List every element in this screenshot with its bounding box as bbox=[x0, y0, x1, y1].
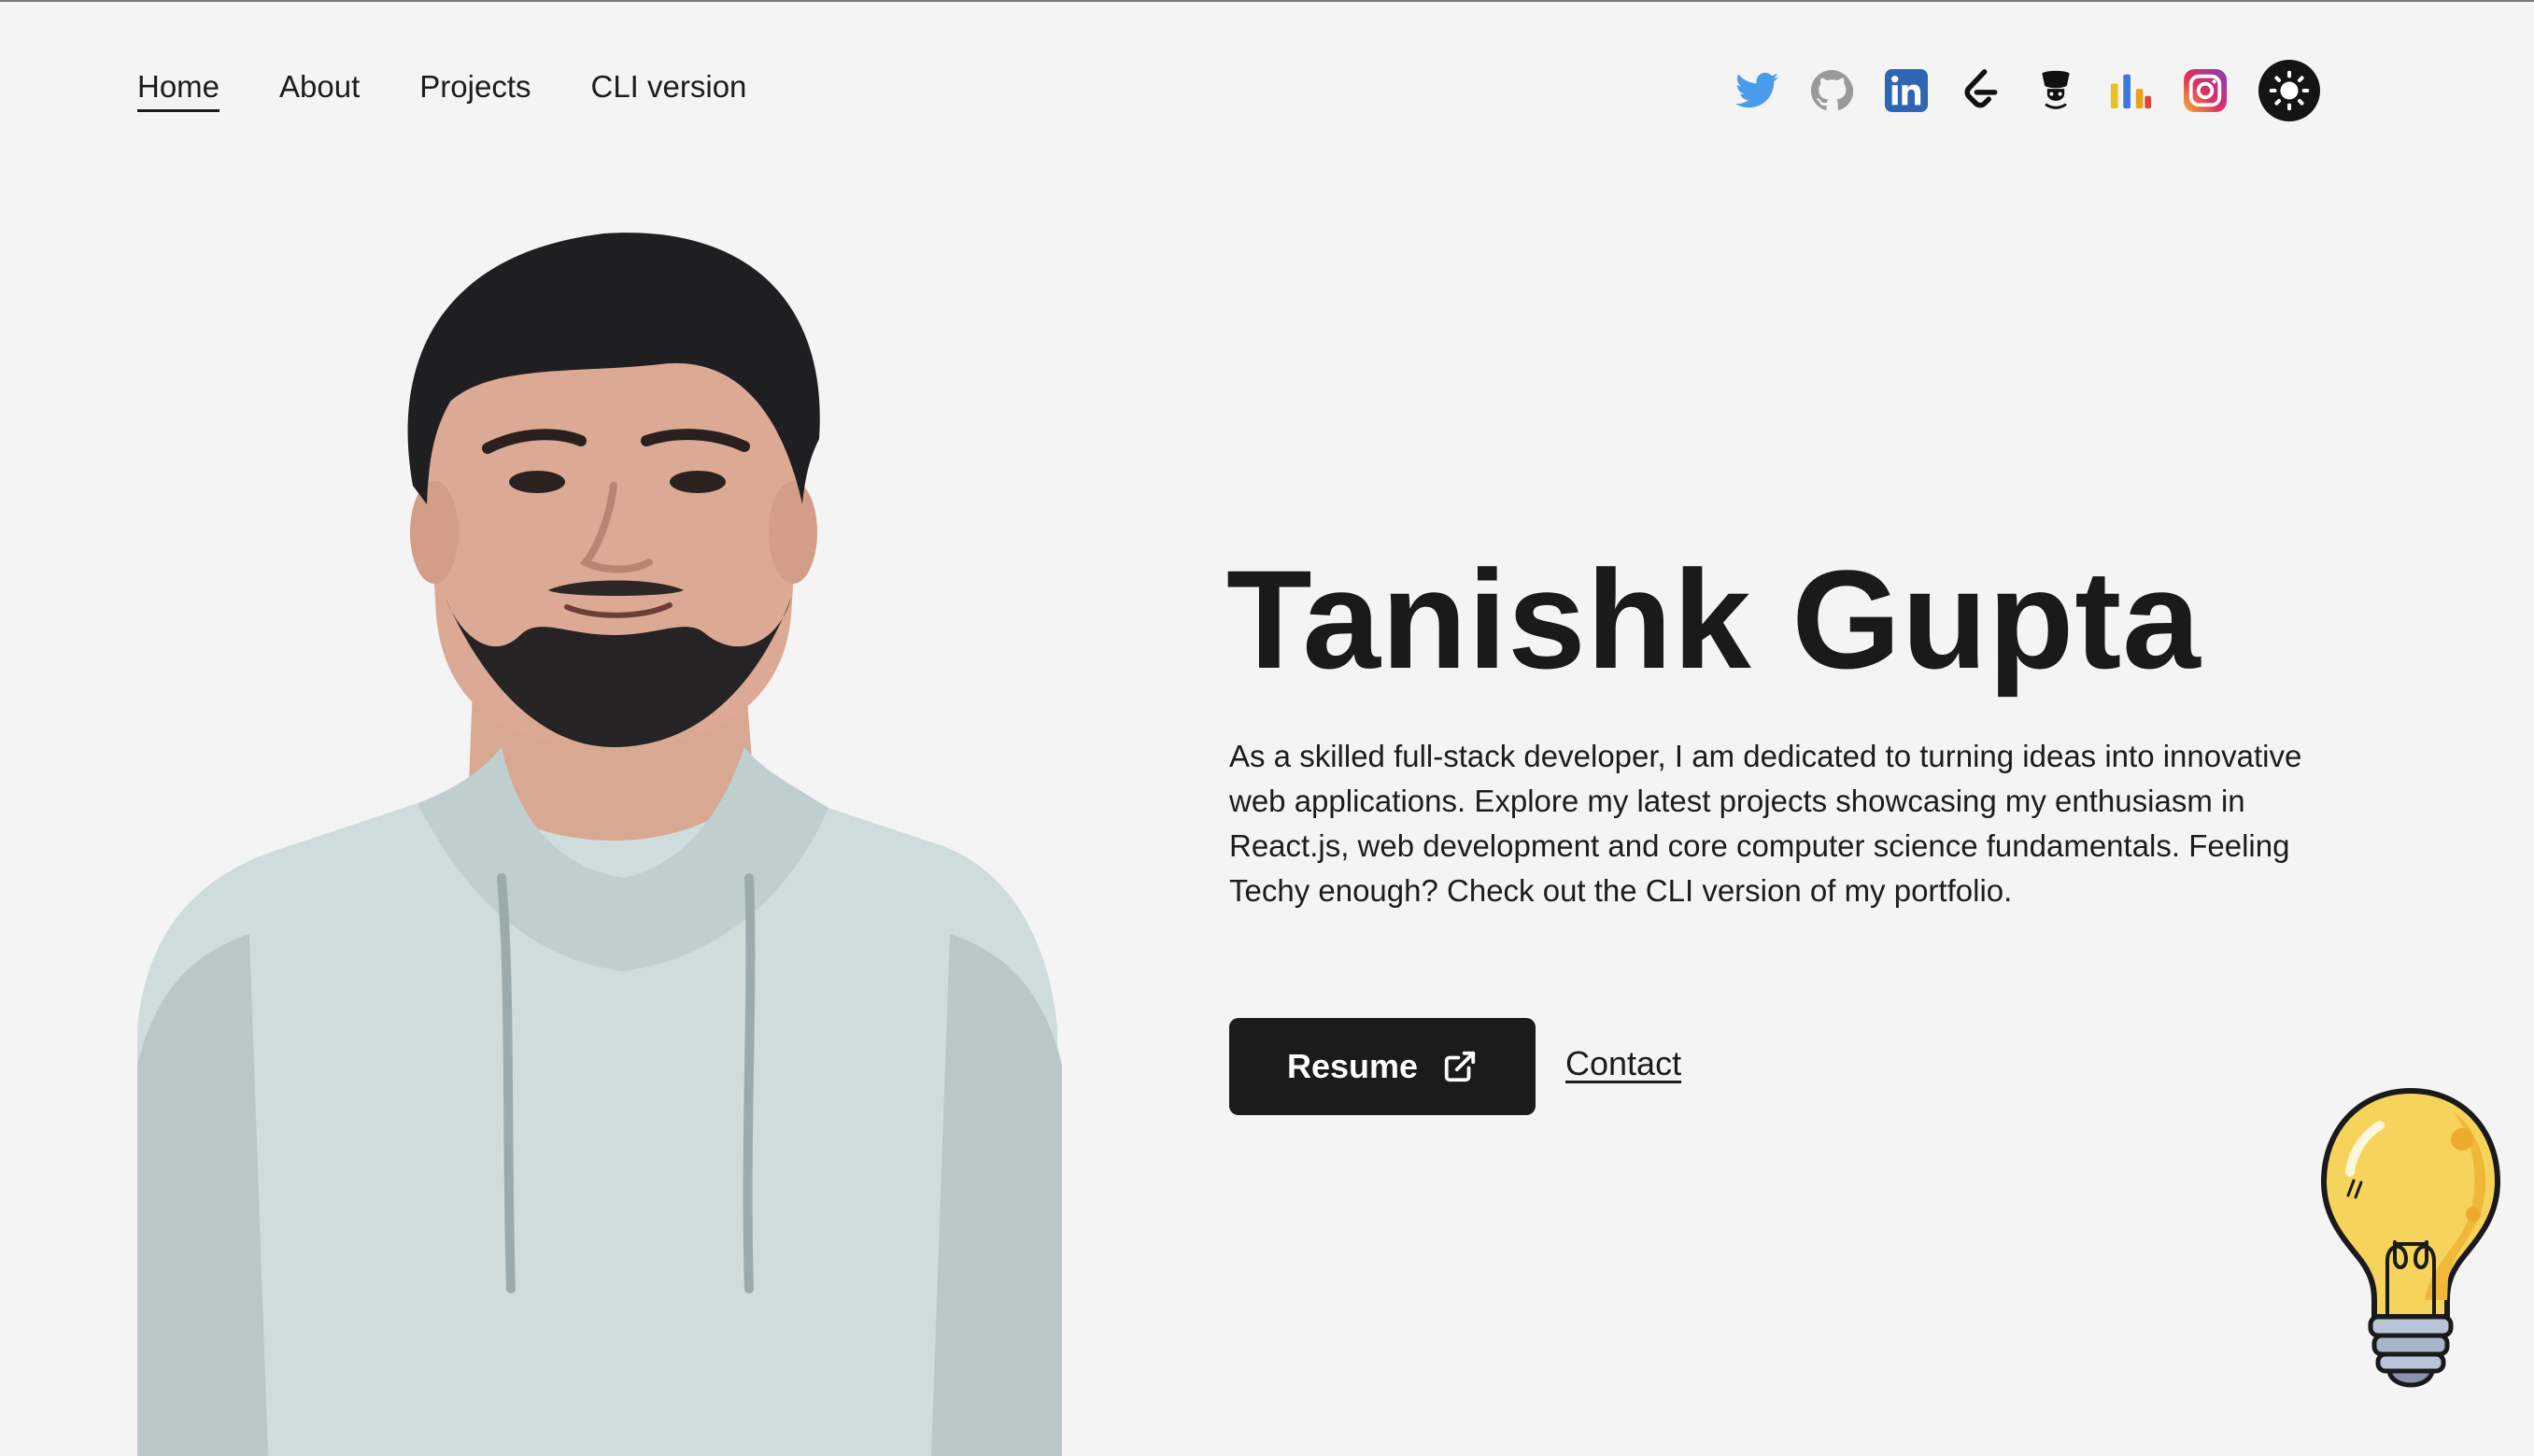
sun-icon bbox=[2269, 70, 2310, 111]
resume-button[interactable]: Resume bbox=[1229, 1018, 1536, 1115]
hero-name: Tanishk Gupta bbox=[1226, 541, 2201, 698]
lightbulb-icon[interactable] bbox=[2313, 1083, 2509, 1401]
external-link-icon bbox=[1444, 1051, 1476, 1082]
contact-link[interactable]: Contact bbox=[1565, 1044, 1681, 1083]
twitter-icon[interactable] bbox=[1735, 69, 1778, 112]
nav-link-projects[interactable]: Projects bbox=[419, 71, 531, 112]
nav-link-home[interactable]: Home bbox=[137, 71, 220, 112]
theme-toggle-button[interactable] bbox=[2258, 60, 2320, 121]
main-nav: Home About Projects CLI version bbox=[137, 64, 746, 120]
nav-link-cli-version[interactable]: CLI version bbox=[591, 71, 747, 112]
profile-photo bbox=[137, 233, 1062, 1456]
instagram-icon[interactable] bbox=[2184, 69, 2227, 112]
nav-link-about[interactable]: About bbox=[279, 71, 360, 112]
leetcode-icon[interactable] bbox=[1960, 69, 2003, 112]
resume-label: Resume bbox=[1286, 1047, 1419, 1085]
github-icon[interactable] bbox=[1810, 69, 1853, 112]
stats-icon[interactable] bbox=[2109, 69, 2152, 112]
window-top-border bbox=[0, 0, 2534, 2]
linkedin-icon[interactable] bbox=[1885, 69, 1928, 112]
social-links bbox=[1735, 60, 2320, 121]
hero-description: As a skilled full-stack developer, I am … bbox=[1229, 739, 2302, 908]
codechef-icon[interactable] bbox=[2034, 69, 2077, 112]
